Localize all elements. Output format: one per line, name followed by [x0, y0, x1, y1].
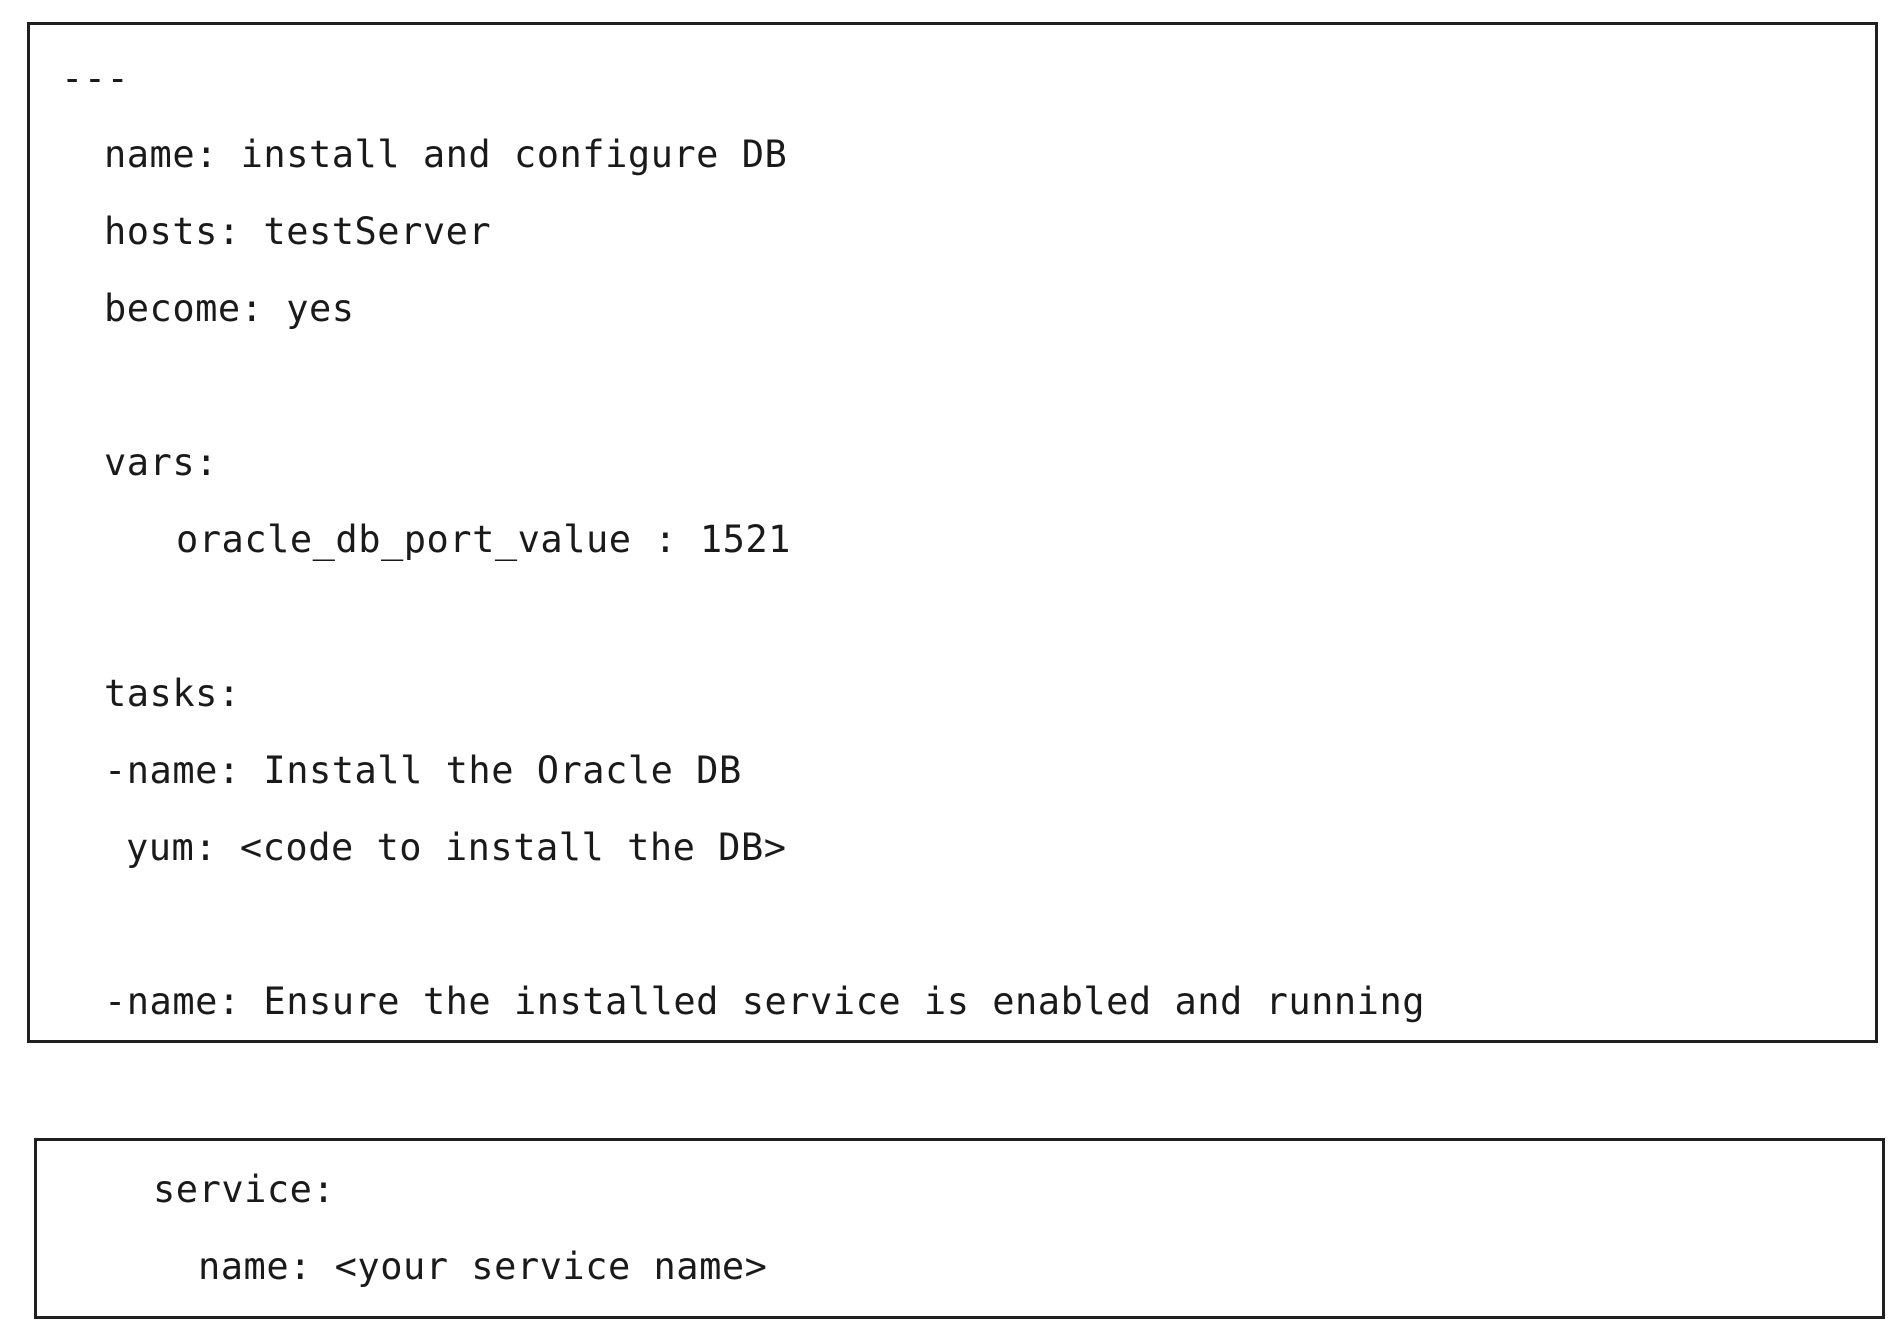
task-install-yum: yum: <code to install the DB> — [126, 826, 787, 869]
playbook-code-box: --- name: install and configure DB hosts… — [27, 22, 1878, 1043]
oracle-port-line: oracle_db_port_value : 1521 — [176, 518, 791, 561]
service-label: service: — [153, 1168, 336, 1211]
play-name-line: name: install and configure DB — [104, 133, 788, 176]
tasks-label: tasks: — [104, 672, 241, 715]
vars-label: vars: — [104, 441, 218, 484]
service-code-box: service: name: <your service name> — [34, 1138, 1885, 1319]
task-install-name: -name: Install the Oracle DB — [104, 749, 742, 792]
task-ensure-service-name: -name: Ensure the installed service is e… — [104, 980, 1426, 1023]
service-name-line: name: <your service name> — [198, 1245, 768, 1288]
yaml-separator: --- — [61, 57, 130, 100]
hosts-line: hosts: testServer — [104, 210, 492, 253]
become-line: become: yes — [104, 287, 355, 330]
